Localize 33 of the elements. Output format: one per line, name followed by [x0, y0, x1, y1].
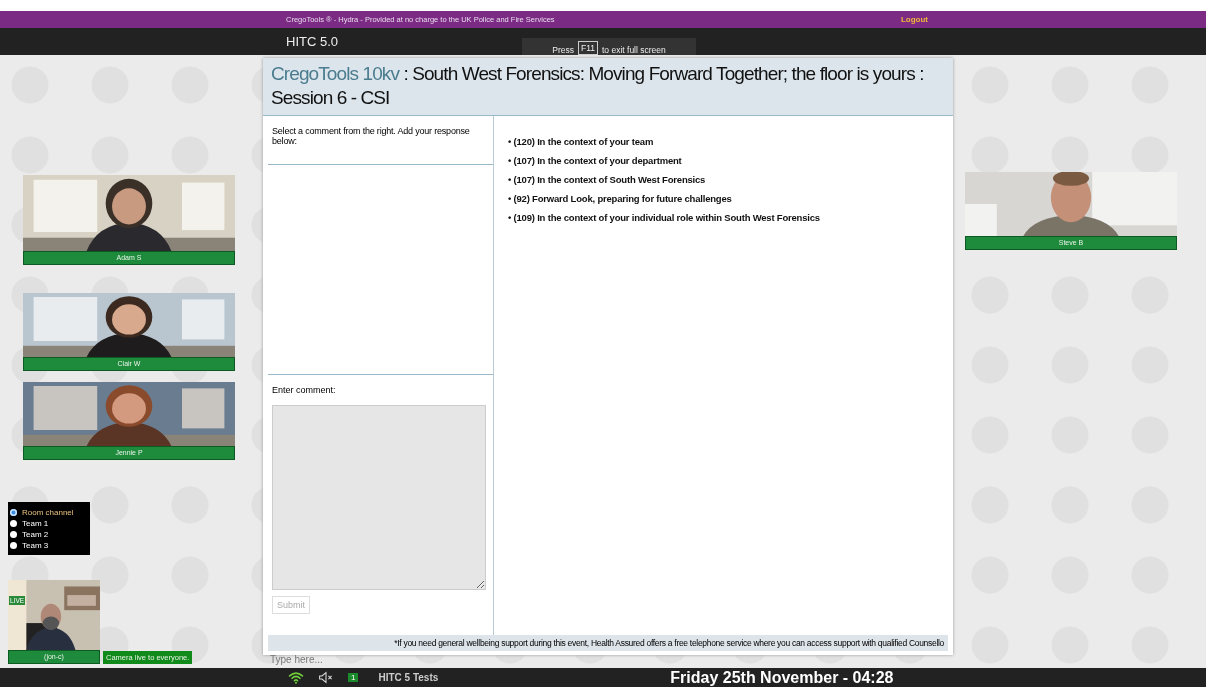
logout-link[interactable]: Logout [900, 15, 928, 24]
wifi-icon[interactable] [288, 671, 304, 684]
key-label: F11 [577, 41, 598, 55]
comment-option[interactable]: • (92) Forward Look, preparing for future challenges [508, 193, 934, 204]
app-title: HITC 5.0 [286, 34, 338, 49]
channel-option[interactable]: Room channel [10, 508, 90, 517]
comment-field[interactable] [272, 405, 486, 590]
instructions-text: Select a comment from the right. Add your response below: [268, 116, 493, 165]
clock: Friday 25th November - 04:28 [670, 668, 894, 687]
hint-text: to exit full screen [602, 45, 666, 55]
radio-button[interactable] [10, 509, 17, 516]
muted-speaker-icon[interactable] [318, 671, 334, 684]
channel-label: Team 1 [22, 519, 49, 528]
support-notice: *If you need general wellbeing support during this event, Health Assured offers a free telephone service where you can access support with qualified Counsello [268, 635, 948, 651]
taskbar-item[interactable]: HITC 5 Tests [378, 672, 439, 683]
channel-option[interactable]: Team 3 [10, 541, 90, 550]
chat-input[interactable]: Type here... [268, 650, 572, 668]
comment-option[interactable]: • (109) In the context of your individual role within South West Forensics [508, 212, 934, 223]
channel-label: Team 2 [22, 530, 49, 539]
count-badge: 1 [348, 673, 359, 682]
channel-label: Room channel [22, 508, 74, 517]
channel-option[interactable]: Team 1 [10, 519, 90, 528]
comment-label: Enter comment: [272, 385, 336, 395]
comment-option[interactable]: • (120) In the context of your team [508, 136, 934, 147]
radio-button[interactable] [10, 531, 17, 538]
radio-button[interactable] [10, 542, 17, 549]
channel-option[interactable]: Team 2 [10, 530, 90, 539]
comment-option[interactable]: • (107) In the context of South West Forensics [508, 174, 934, 185]
dialog-title: CregoTools 10kv : South West Forensics: Moving Forward Together; the floor is yours : Session 6 - CSI [263, 58, 953, 116]
channel-label: Team 3 [22, 541, 49, 550]
comment-option[interactable]: • (107) In the context of your department [508, 155, 934, 166]
hint-text: Press [552, 45, 574, 55]
radio-button[interactable] [10, 520, 17, 527]
